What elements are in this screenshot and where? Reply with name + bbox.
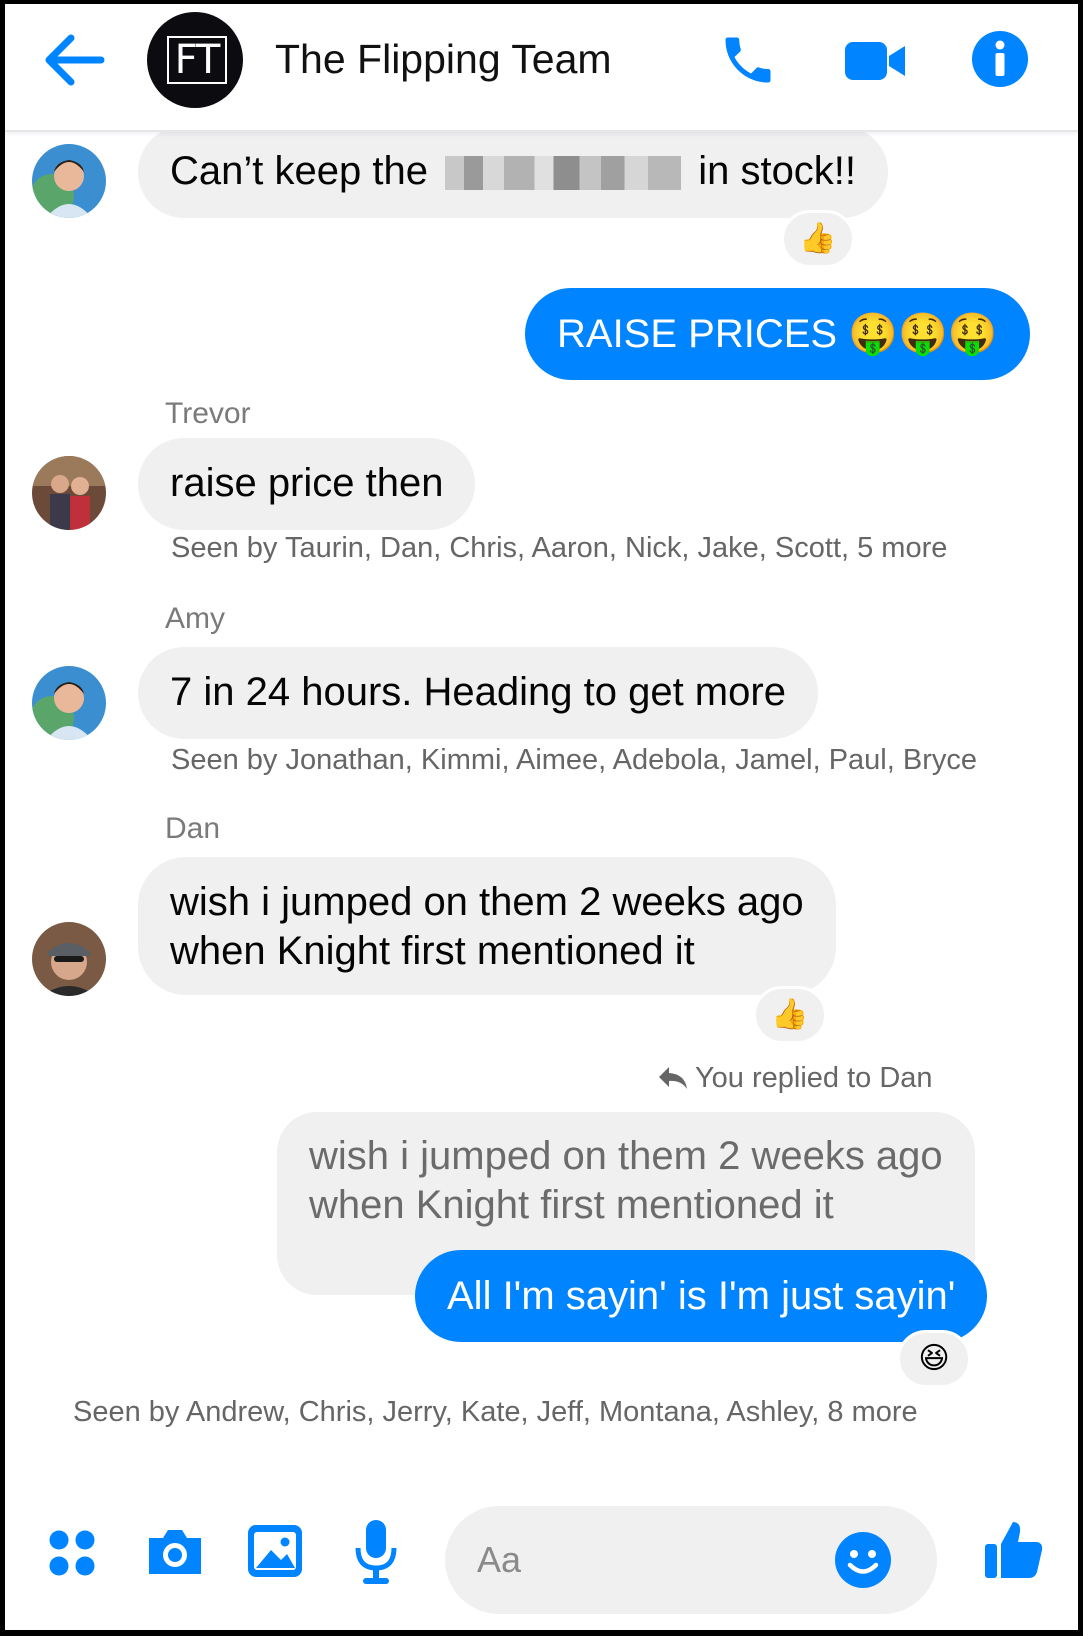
avatar-dan[interactable] bbox=[32, 922, 106, 996]
redacted-blur bbox=[445, 156, 682, 191]
chat-header: FT The Flipping Team bbox=[5, 4, 1078, 132]
message-input[interactable] bbox=[477, 1532, 857, 1588]
back-arrow-icon[interactable] bbox=[41, 30, 111, 90]
seen-by-text[interactable]: Seen by Taurin, Dan, Chris, Aaron, Nick,… bbox=[171, 532, 947, 565]
image-icon[interactable] bbox=[245, 1522, 305, 1580]
chat-title[interactable]: The Flipping Team bbox=[275, 36, 612, 83]
phone-icon[interactable] bbox=[717, 30, 779, 90]
seen-by-text[interactable]: Seen by Jonathan, Kimmi, Aimee, Adebola,… bbox=[171, 744, 977, 777]
avatar-amy[interactable] bbox=[32, 144, 106, 218]
reply-arrow-icon bbox=[659, 1067, 687, 1089]
message-line: wish i jumped on them 2 weeks ago bbox=[170, 880, 804, 924]
avatar-trevor[interactable] bbox=[32, 456, 106, 530]
seen-by-text[interactable]: Seen by Andrew, Chris, Jerry, Kate, Jeff… bbox=[73, 1396, 918, 1429]
reply-label[interactable]: You replied to Dan bbox=[657, 1062, 933, 1095]
microphone-icon[interactable] bbox=[353, 1518, 399, 1586]
emoji-icon[interactable] bbox=[833, 1530, 893, 1590]
composer-bar bbox=[5, 1482, 1078, 1630]
camera-icon[interactable] bbox=[145, 1524, 205, 1578]
sender-name: Trevor bbox=[165, 397, 251, 430]
info-icon[interactable] bbox=[971, 30, 1029, 88]
message-bubble[interactable]: Can’t keep the in stock!! bbox=[138, 126, 889, 218]
outgoing-message-bubble[interactable]: All I'm sayin' is I'm just sayin' bbox=[415, 1250, 988, 1342]
avatar-photo-icon bbox=[32, 144, 106, 218]
reaction-badge[interactable]: 👍 bbox=[753, 986, 827, 1044]
message-bubble[interactable]: raise price then bbox=[138, 438, 476, 530]
video-icon[interactable] bbox=[843, 36, 907, 86]
avatar-amy[interactable] bbox=[32, 666, 106, 740]
sender-name: Amy bbox=[165, 602, 225, 635]
sender-name: Dan bbox=[165, 812, 221, 845]
message-bubble[interactable]: 7 in 24 hours. Heading to get more bbox=[138, 647, 818, 739]
message-text: in stock!! bbox=[698, 149, 857, 193]
message-line: when Knight first mentioned it bbox=[170, 929, 695, 973]
avatar-photo-icon bbox=[32, 922, 106, 996]
reaction-badge[interactable]: 👍 bbox=[781, 210, 855, 268]
like-icon[interactable] bbox=[983, 1518, 1045, 1580]
group-avatar[interactable]: FT bbox=[147, 12, 243, 108]
quoted-line: wish i jumped on them 2 weeks ago bbox=[309, 1134, 943, 1178]
quoted-line: when Knight first mentioned it bbox=[309, 1183, 834, 1227]
avatar-photo-icon bbox=[32, 666, 106, 740]
avatar-photo-icon bbox=[32, 456, 106, 530]
outgoing-message-bubble[interactable]: RAISE PRICES 🤑🤑🤑 bbox=[525, 288, 1030, 380]
apps-icon[interactable] bbox=[47, 1528, 97, 1578]
message-bubble[interactable]: wish i jumped on them 2 weeks ago when K… bbox=[138, 857, 836, 995]
reaction-badge[interactable]: 😆 bbox=[897, 1330, 971, 1388]
reply-label-text: You replied to Dan bbox=[695, 1062, 933, 1094]
messenger-screen: FT The Flipping Team Can’t keep the in s… bbox=[5, 4, 1078, 1630]
group-initials: FT bbox=[167, 36, 227, 84]
message-text: Can’t keep the bbox=[170, 149, 428, 193]
message-composer[interactable] bbox=[445, 1506, 937, 1614]
